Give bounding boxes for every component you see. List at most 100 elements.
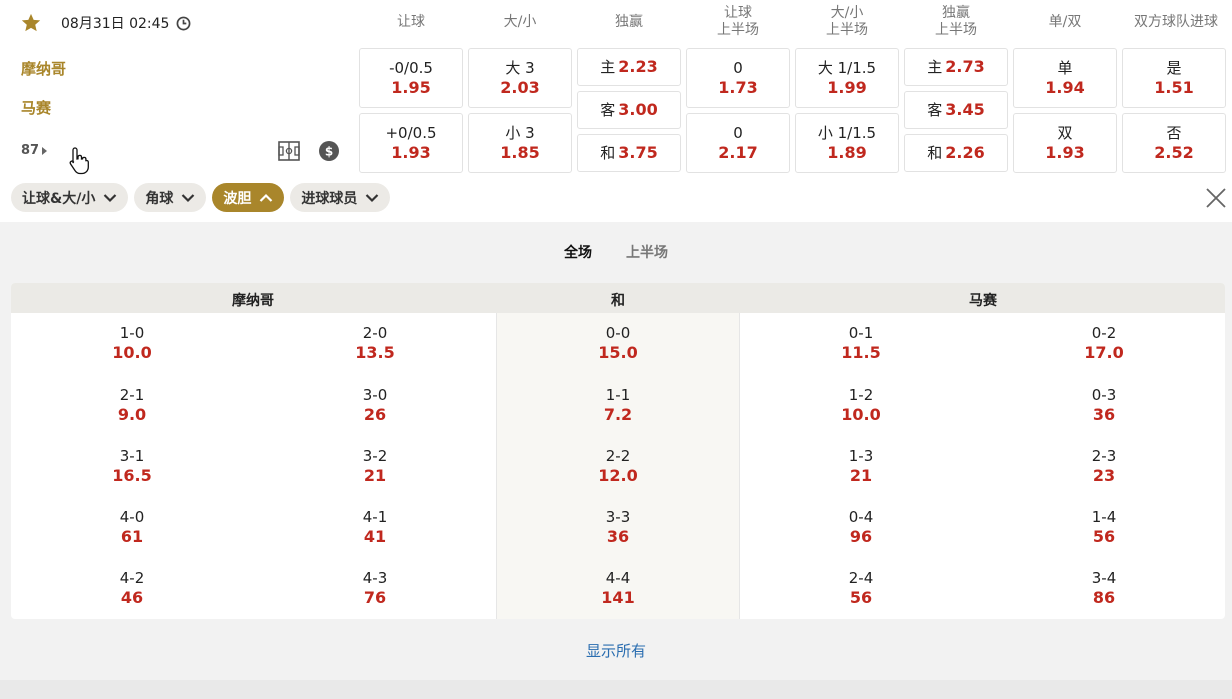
close-icon[interactable] bbox=[1204, 186, 1228, 210]
odds-button-even[interactable]: 双 1.93 bbox=[1013, 113, 1117, 173]
score-label: 1-4 bbox=[1091, 508, 1117, 526]
odds-value: 1.89 bbox=[827, 143, 867, 162]
odds-button-moneyline-draw[interactable]: 和 3.75 bbox=[577, 134, 681, 172]
score-odds-button[interactable]: 2-3 23 bbox=[1044, 447, 1164, 485]
odds-button-moneyline-1h-home[interactable]: 主 2.73 bbox=[904, 48, 1008, 86]
odds-button-handicap-1h-away[interactable]: 0 2.17 bbox=[686, 113, 790, 173]
score-odds: 17.0 bbox=[1084, 343, 1124, 362]
header-handicap-1h: 让球 上半场 bbox=[687, 3, 789, 41]
more-markets-link[interactable]: 87 bbox=[21, 143, 48, 158]
score-odds-button[interactable]: 3-3 36 bbox=[558, 508, 678, 546]
odds-button-moneyline-home[interactable]: 主 2.23 bbox=[577, 48, 681, 86]
score-odds-button[interactable]: 4-0 61 bbox=[72, 508, 192, 546]
score-odds-button[interactable]: 0-4 96 bbox=[801, 508, 921, 546]
score-odds: 23 bbox=[1092, 466, 1116, 485]
score-odds-button[interactable]: 1-1 7.2 bbox=[558, 386, 678, 424]
tab-full-time[interactable]: 全场 bbox=[564, 242, 592, 262]
market-filter-bar: 让球&大/小 角球 波胆 进球球员 bbox=[11, 183, 391, 212]
home-team-name[interactable]: 摩纳哥 bbox=[21, 58, 66, 79]
odds-button-moneyline-away[interactable]: 客 3.00 bbox=[577, 91, 681, 129]
odds-button-under-1h[interactable]: 小 1/1.5 1.89 bbox=[795, 113, 899, 173]
odds-button-btts-no[interactable]: 否 2.52 bbox=[1122, 113, 1226, 173]
odds-button-over-1h[interactable]: 大 1/1.5 1.99 bbox=[795, 48, 899, 108]
score-odds-button[interactable]: 3-2 21 bbox=[315, 447, 435, 485]
score-odds-button[interactable]: 0-1 11.5 bbox=[801, 324, 921, 362]
correct-score-header: 摩纳哥 和 马赛 bbox=[11, 283, 1225, 313]
odds-button-moneyline-1h-away[interactable]: 客 3.45 bbox=[904, 91, 1008, 129]
odds-value: 1.95 bbox=[391, 78, 431, 97]
score-odds-button[interactable]: 2-2 12.0 bbox=[558, 447, 678, 485]
score-odds-button[interactable]: 4-1 41 bbox=[315, 508, 435, 546]
odds-value: 2.17 bbox=[718, 143, 758, 162]
score-label: 0-0 bbox=[605, 324, 631, 342]
odds-value: 2.23 bbox=[618, 57, 658, 76]
score-odds: 21 bbox=[849, 466, 873, 485]
filter-correct-score[interactable]: 波胆 bbox=[212, 183, 285, 212]
score-odds-button[interactable]: 0-0 15.0 bbox=[558, 324, 678, 362]
score-label: 3-3 bbox=[605, 508, 631, 526]
score-odds-button[interactable]: 3-4 86 bbox=[1044, 569, 1164, 607]
odds-button-odd[interactable]: 单 1.94 bbox=[1013, 48, 1117, 108]
score-label: 4-0 bbox=[119, 508, 145, 526]
odds-button-handicap-home[interactable]: -0/0.5 1.95 bbox=[359, 48, 463, 108]
cashout-icon[interactable]: $ bbox=[319, 141, 339, 161]
odds-line: 单 bbox=[1057, 59, 1073, 77]
away-team-name[interactable]: 马赛 bbox=[21, 97, 51, 118]
score-odds-button[interactable]: 2-4 56 bbox=[801, 569, 921, 607]
score-odds-button[interactable]: 1-0 10.0 bbox=[72, 324, 192, 362]
odds-button-over[interactable]: 大 3 2.03 bbox=[468, 48, 572, 108]
match-datetime: 08月31日 02:45 bbox=[61, 16, 170, 32]
score-odds-button[interactable]: 3-1 16.5 bbox=[72, 447, 192, 485]
star-icon[interactable] bbox=[20, 12, 42, 34]
score-odds: 13.5 bbox=[355, 343, 395, 362]
filter-handicap-ou[interactable]: 让球&大/小 bbox=[11, 183, 129, 212]
score-odds-button[interactable]: 2-1 9.0 bbox=[72, 386, 192, 424]
score-odds-button[interactable]: 0-2 17.0 bbox=[1044, 324, 1164, 362]
score-label: 4-3 bbox=[362, 569, 388, 587]
odds-button-moneyline-1h-draw[interactable]: 和 2.26 bbox=[904, 134, 1008, 172]
filter-goalscorer[interactable]: 进球球员 bbox=[290, 183, 391, 212]
score-odds-button[interactable]: 1-4 56 bbox=[1044, 508, 1164, 546]
odds-button-handicap-away[interactable]: +0/0.5 1.93 bbox=[359, 113, 463, 173]
odds-value: 1.99 bbox=[827, 78, 867, 97]
score-odds-button[interactable]: 4-3 76 bbox=[315, 569, 435, 607]
odds-button-handicap-1h-home[interactable]: 0 1.73 bbox=[686, 48, 790, 108]
score-odds-button[interactable]: 1-2 10.0 bbox=[801, 386, 921, 424]
header-moneyline-1h-label: 独赢 bbox=[942, 5, 970, 21]
header-handicap-1h-label: 让球 bbox=[724, 5, 752, 21]
header-moneyline-1h: 独赢 上半场 bbox=[905, 3, 1007, 41]
show-all-link[interactable]: 显示所有 bbox=[0, 640, 1232, 661]
header-handicap-1h-sub: 上半场 bbox=[717, 22, 759, 38]
header-over-under-1h-sub: 上半场 bbox=[826, 22, 868, 38]
odds-line: 主 bbox=[600, 58, 616, 76]
odds-line: 0 bbox=[733, 124, 743, 142]
score-odds-button[interactable]: 1-3 21 bbox=[801, 447, 921, 485]
odds-value: 1.85 bbox=[500, 143, 540, 162]
odds-line: +0/0.5 bbox=[385, 124, 437, 142]
more-markets-count: 87 bbox=[21, 143, 40, 158]
header-handicap: 让球 bbox=[360, 3, 462, 41]
header-btts: 双方球队进球 bbox=[1123, 3, 1229, 41]
score-odds-button[interactable]: 2-0 13.5 bbox=[315, 324, 435, 362]
filter-corners[interactable]: 角球 bbox=[134, 183, 207, 212]
score-odds-button[interactable]: 4-2 46 bbox=[72, 569, 192, 607]
odds-button-under[interactable]: 小 3 1.85 bbox=[468, 113, 572, 173]
odds-button-btts-yes[interactable]: 是 1.51 bbox=[1122, 48, 1226, 108]
odds-line: 小 1/1.5 bbox=[817, 124, 877, 142]
score-odds-button[interactable]: 4-4 141 bbox=[558, 569, 678, 607]
tab-first-half[interactable]: 上半场 bbox=[626, 242, 668, 262]
filter-label: 让球&大/小 bbox=[22, 190, 96, 207]
odds-value: 2.03 bbox=[500, 78, 540, 97]
odds-value: 1.51 bbox=[1154, 78, 1194, 97]
score-label: 1-2 bbox=[848, 386, 874, 404]
odds-value: 1.73 bbox=[718, 78, 758, 97]
header-over-under-1h: 大/小 上半场 bbox=[796, 3, 898, 41]
score-odds-button[interactable]: 0-3 36 bbox=[1044, 386, 1164, 424]
score-label: 2-4 bbox=[848, 569, 874, 587]
score-label: 4-4 bbox=[605, 569, 631, 587]
score-odds: 10.0 bbox=[112, 343, 152, 362]
score-label: 0-2 bbox=[1091, 324, 1117, 342]
score-odds-button[interactable]: 3-0 26 bbox=[315, 386, 435, 424]
pitch-icon[interactable] bbox=[278, 141, 300, 161]
odds-line: 双 bbox=[1057, 124, 1073, 142]
